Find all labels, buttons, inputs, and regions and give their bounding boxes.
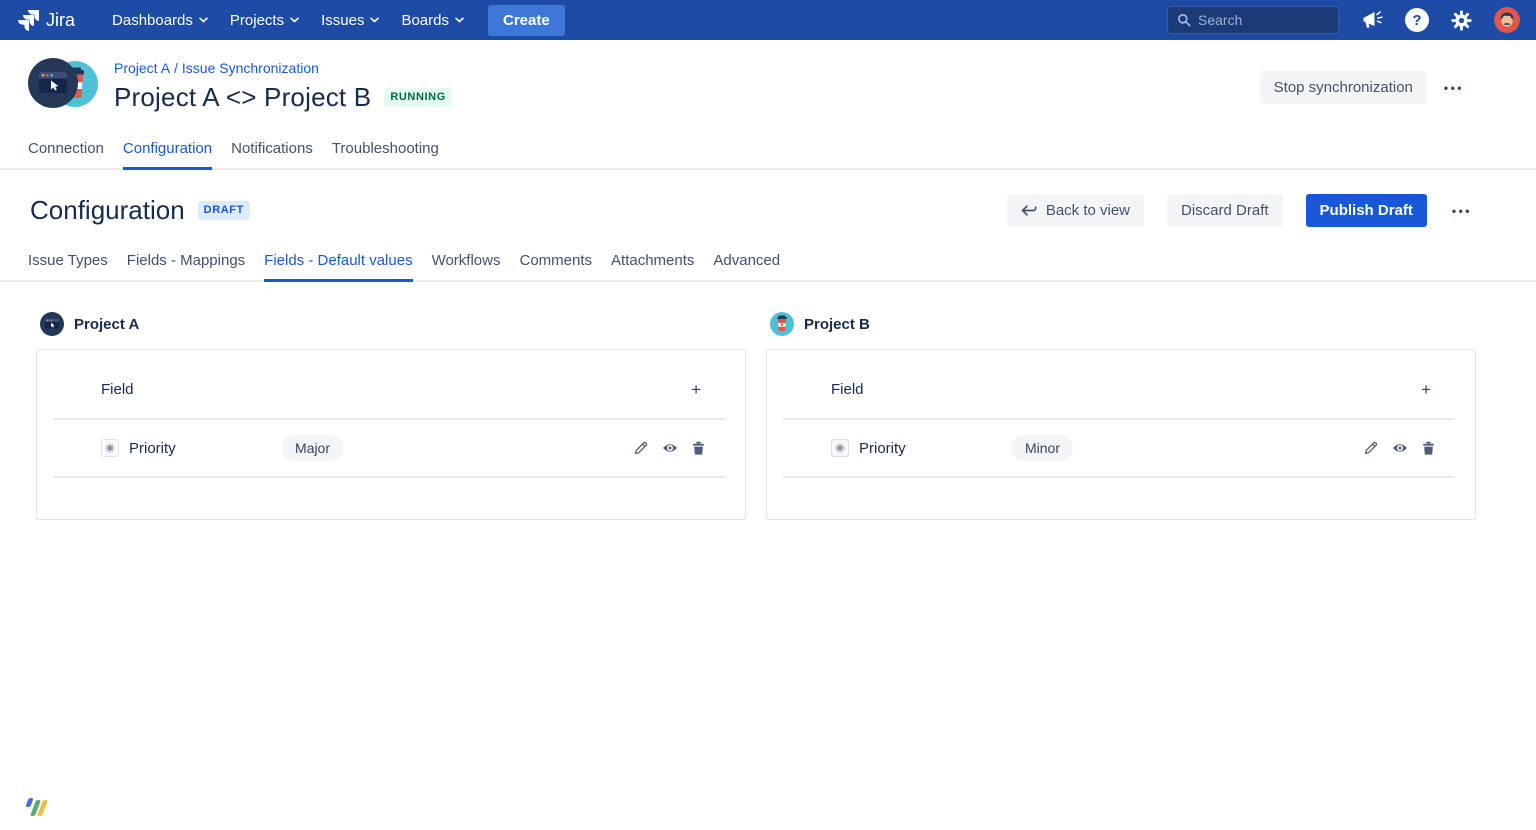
field-name: Priority — [129, 440, 282, 457]
default-value-chip: Minor — [1012, 435, 1073, 461]
subtab-advanced[interactable]: Advanced — [713, 252, 780, 282]
subtab-attachments[interactable]: Attachments — [611, 252, 694, 282]
field-name: Priority — [859, 440, 1012, 457]
settings-gear-icon[interactable] — [1450, 9, 1473, 32]
edit-pencil-icon[interactable] — [634, 441, 648, 455]
connection-avatars — [28, 58, 98, 110]
discard-draft-button[interactable]: Discard Draft — [1167, 194, 1283, 227]
nav-dashboards[interactable]: Dashboards — [101, 0, 219, 40]
project-b-header: Project B — [766, 312, 1476, 336]
subtab-issue-types[interactable]: Issue Types — [28, 252, 108, 282]
question-glyph: ? — [1412, 12, 1421, 29]
add-field-button[interactable]: + — [687, 379, 705, 400]
priority-field-icon — [101, 439, 119, 457]
project-a-field-column-header: Field + — [53, 350, 725, 420]
breadcrumb-project-a-link[interactable]: Project A — [114, 60, 170, 76]
project-a-name: Project A — [74, 316, 139, 333]
table-row: Priority Minor — [783, 420, 1455, 478]
breadcrumb: Project A/Issue Synchronization — [114, 60, 452, 76]
jira-mark-icon — [18, 10, 39, 31]
default-values-columns: Project A Field + Priority Major — [0, 312, 1536, 520]
back-to-view-button[interactable]: Back to view — [1007, 194, 1144, 227]
default-value-chip: Major — [282, 435, 343, 461]
visibility-eye-icon[interactable] — [662, 442, 678, 454]
header-more-button[interactable]: ••• — [1442, 77, 1466, 99]
chevron-down-icon — [290, 17, 299, 23]
tab-configuration[interactable]: Configuration — [123, 140, 212, 170]
subtab-comments[interactable]: Comments — [519, 252, 592, 282]
connection-header: Project A/Issue Synchronization Project … — [0, 40, 1536, 113]
draft-badge: DRAFT — [198, 201, 250, 220]
project-a-header: Project A — [36, 312, 746, 336]
connection-title: Project A <> Project B — [114, 82, 371, 113]
project-b-avatar-small — [770, 312, 794, 336]
search-icon — [1177, 13, 1191, 27]
tab-notifications[interactable]: Notifications — [231, 140, 313, 170]
chevron-down-icon — [199, 17, 208, 23]
project-b-name: Project B — [804, 316, 870, 333]
field-column-label: Field — [831, 381, 864, 398]
nav-dashboards-label: Dashboards — [112, 12, 193, 29]
publish-draft-button[interactable]: Publish Draft — [1306, 194, 1427, 227]
top-navbar: Jira Dashboards Projects Issues Boards C… — [0, 0, 1536, 40]
subtab-fields-default-values[interactable]: Fields - Default values — [264, 252, 412, 282]
tab-connection[interactable]: Connection — [28, 140, 104, 170]
project-a-column: Project A Field + Priority Major — [36, 312, 746, 520]
create-button[interactable]: Create — [488, 5, 565, 36]
visibility-eye-icon[interactable] — [1392, 442, 1408, 454]
delete-trash-icon[interactable] — [692, 441, 705, 455]
running-status-badge: RUNNING — [384, 88, 452, 107]
nav-projects[interactable]: Projects — [219, 0, 310, 40]
breadcrumb-separator: / — [170, 60, 182, 76]
nav-issues[interactable]: Issues — [310, 0, 390, 40]
add-field-button[interactable]: + — [1417, 379, 1435, 400]
configuration-more-button[interactable]: ••• — [1450, 200, 1474, 222]
project-b-field-column-header: Field + — [783, 350, 1455, 420]
stop-synchronization-button[interactable]: Stop synchronization — [1260, 71, 1427, 104]
configuration-header: Configuration DRAFT Back to view Discard… — [0, 194, 1536, 227]
help-icon[interactable]: ? — [1405, 8, 1429, 32]
priority-field-icon — [831, 439, 849, 457]
project-a-fields-panel: Field + Priority Major — [36, 349, 746, 520]
chevron-down-icon — [455, 17, 464, 23]
nav-projects-label: Projects — [230, 12, 284, 29]
search-box[interactable] — [1167, 6, 1339, 34]
delete-trash-icon[interactable] — [1422, 441, 1435, 455]
project-b-column: Project B Field + Priority Minor — [766, 312, 1476, 520]
configuration-title: Configuration — [30, 195, 185, 226]
nav-boards[interactable]: Boards — [390, 0, 475, 40]
project-b-fields-panel: Field + Priority Minor — [766, 349, 1476, 520]
search-input[interactable] — [1198, 12, 1318, 28]
user-avatar[interactable] — [1494, 7, 1520, 33]
back-to-view-label: Back to view — [1046, 202, 1130, 219]
brand-name: Jira — [46, 10, 75, 31]
edit-pencil-icon[interactable] — [1364, 441, 1378, 455]
subtab-workflows[interactable]: Workflows — [432, 252, 501, 282]
tab-troubleshooting[interactable]: Troubleshooting — [332, 140, 439, 170]
nav-issues-label: Issues — [321, 12, 364, 29]
sync-app-logo — [25, 798, 51, 818]
chevron-down-icon — [370, 17, 379, 23]
breadcrumb-issue-sync-link[interactable]: Issue Synchronization — [182, 60, 319, 76]
configuration-tabs: Issue Types Fields - Mappings Fields - D… — [0, 252, 1536, 282]
jira-logo[interactable]: Jira — [18, 10, 75, 31]
project-a-avatar-small — [40, 312, 64, 336]
field-column-label: Field — [101, 381, 134, 398]
table-row: Priority Major — [53, 420, 725, 478]
announcements-icon[interactable] — [1360, 10, 1384, 31]
connection-tabs: Connection Configuration Notifications T… — [0, 140, 1536, 170]
return-arrow-icon — [1021, 205, 1037, 217]
nav-boards-label: Boards — [401, 12, 449, 29]
subtab-fields-mappings[interactable]: Fields - Mappings — [127, 252, 245, 282]
project-a-avatar — [28, 58, 78, 113]
